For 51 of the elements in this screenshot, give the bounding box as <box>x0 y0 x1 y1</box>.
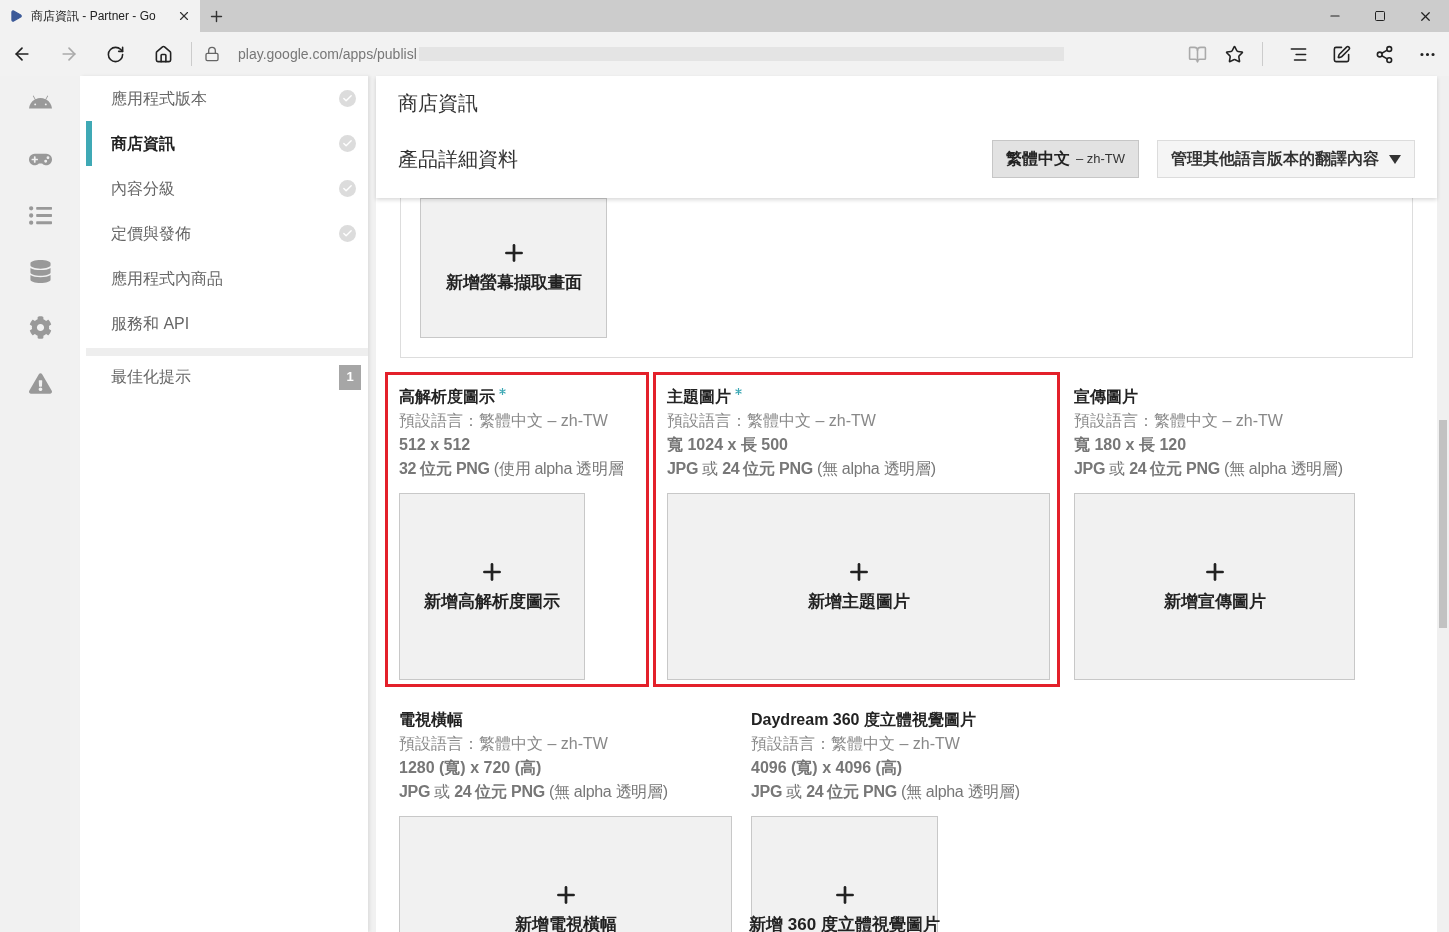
graphic-title: 主題圖片 <box>667 387 731 407</box>
format-text: JPG 或 24 位元 PNG (無 alpha 透明層) <box>751 782 1021 802</box>
add-image-tile[interactable]: 新增螢幕擷取畫面 <box>420 198 607 338</box>
close-icon[interactable] <box>177 9 191 23</box>
add-image-tile[interactable]: 新增電視橫幅 <box>399 816 732 932</box>
refresh-icon[interactable] <box>106 44 125 64</box>
language-button[interactable]: 繁體中文 – zh-TW <box>991 140 1139 178</box>
sidebar-item[interactable]: 應用程式版本 <box>86 76 368 121</box>
sidebar-item[interactable]: 定價與發佈 <box>86 211 368 256</box>
language-text: 預設語言：繁體中文 – zh-TW <box>1074 411 1284 431</box>
graphic-title: 高解析度圖示 <box>399 387 495 407</box>
add-image-tile[interactable]: 新增主題圖片 <box>667 493 1050 680</box>
size-text: 4096 (寬) x 4096 (高) <box>751 758 904 778</box>
browser-tab[interactable]: 商店資訊 - Partner - Go <box>0 0 200 32</box>
translations-dropdown[interactable]: 管理其他語言版本的翻譯內容 <box>1157 140 1415 178</box>
sidebar-item[interactable]: 應用程式內商品 <box>86 256 368 301</box>
format-text: JPG 或 24 位元 PNG (無 alpha 透明層) <box>667 459 937 479</box>
format-text: JPG 或 24 位元 PNG (無 alpha 透明層) <box>399 782 669 802</box>
add-image-tile[interactable]: 新增宣傳圖片 <box>1074 493 1355 680</box>
size-text: 512 x 512 <box>399 435 472 455</box>
size-text: 寬 180 x 長 120 <box>1074 435 1188 455</box>
add-image-tile[interactable]: 新增 360 度立體視覺圖片 <box>751 816 938 932</box>
share-icon[interactable] <box>1375 44 1394 64</box>
favorite-icon[interactable] <box>1225 44 1244 64</box>
graphic-title: 宣傳圖片 <box>1074 387 1138 407</box>
add-image-tile[interactable]: 新增高解析度圖示 <box>399 493 585 680</box>
language-text: 預設語言：繁體中文 – zh-TW <box>399 411 609 431</box>
sidebar-item[interactable]: 服務和 API <box>86 301 368 346</box>
caret-icon <box>1389 154 1401 164</box>
address-field[interactable]: play.google.com/apps/publisl <box>238 43 417 65</box>
maximize-icon[interactable] <box>1374 10 1386 22</box>
page-title: 商店資訊 <box>398 91 479 116</box>
lock-icon <box>204 46 220 62</box>
size-text: 1280 (寬) x 720 (高) <box>399 758 543 778</box>
graphic-title: Daydream 360 度立體視覺圖片 <box>751 710 976 730</box>
language-text: 預設語言：繁體中文 – zh-TW <box>399 734 609 754</box>
home-icon[interactable] <box>154 44 173 64</box>
sidebar-item[interactable]: 最佳化提示 1 <box>86 356 368 398</box>
language-text: 預設語言：繁體中文 – zh-TW <box>667 411 877 431</box>
note-icon[interactable] <box>1332 44 1351 64</box>
sidebar-item[interactable]: 商店資訊 <box>86 121 368 166</box>
format-text: 32 位元 PNG (使用 alpha 透明層 <box>399 459 625 479</box>
play-icon <box>9 9 23 23</box>
size-text: 寬 1024 x 長 500 <box>667 435 789 455</box>
tab-title: 商店資訊 - Partner - Go <box>31 8 157 25</box>
graphic-title: 電視橫幅 <box>399 710 463 730</box>
count-badge: 1 <box>339 364 361 390</box>
section-title: 產品詳細資料 <box>398 147 518 172</box>
language-text: 預設語言：繁體中文 – zh-TW <box>751 734 961 754</box>
format-text: JPG 或 24 位元 PNG (無 alpha 透明層) <box>1074 459 1344 479</box>
sidebar-item[interactable]: 內容分級 <box>86 166 368 211</box>
